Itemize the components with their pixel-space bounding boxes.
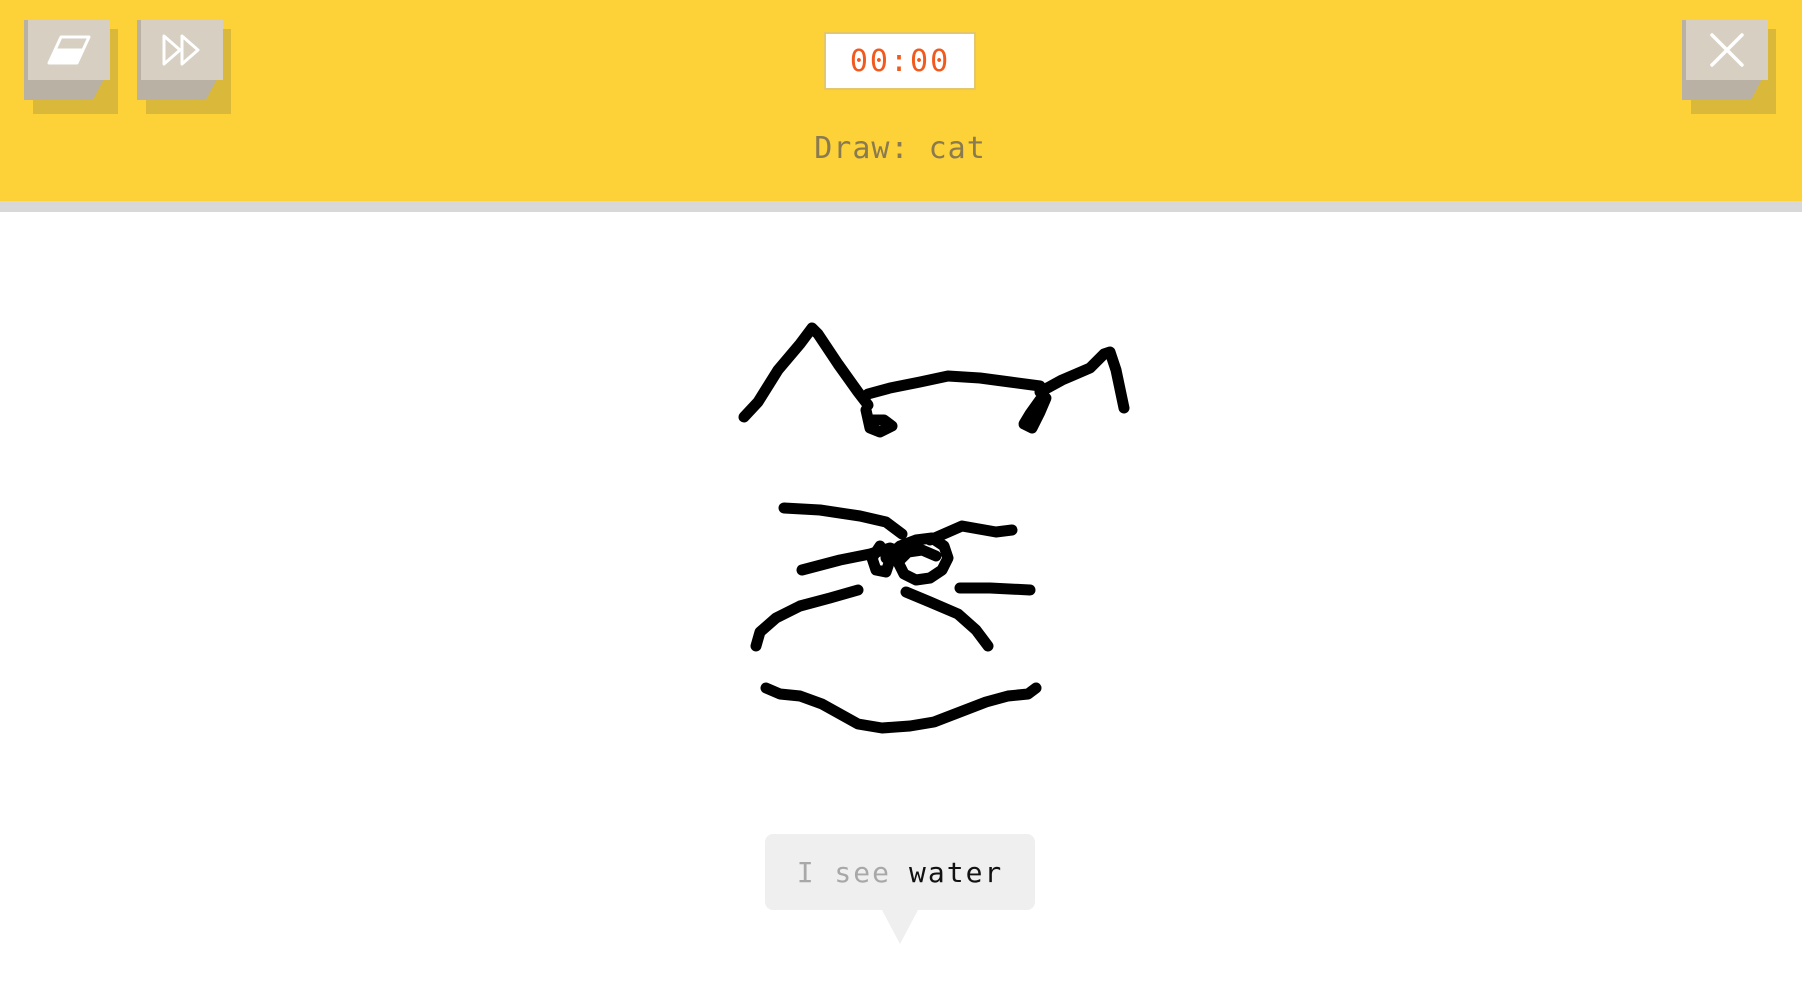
stroke-whisker-lower-left: [750, 584, 864, 652]
guess-bubble-tail: [882, 910, 918, 944]
stroke-left-eye: [860, 404, 898, 438]
stroke-whisker-lower-right: [900, 586, 994, 652]
draw-prompt: Draw: cat: [814, 131, 986, 166]
stroke-left-ear: [738, 322, 874, 423]
stroke-whisker-top-right: [924, 520, 1018, 546]
eraser-button[interactable]: [24, 20, 118, 114]
close-button[interactable]: [1682, 20, 1776, 114]
timer-display: 00:00: [824, 32, 976, 90]
top-bar: 00:00 Draw: cat: [0, 0, 1802, 201]
eraser-icon: [28, 20, 110, 80]
guess-prefix: I see: [796, 855, 891, 889]
skip-button[interactable]: [137, 20, 231, 114]
guess-bubble: I see water: [765, 834, 1035, 910]
guess-word: water: [909, 855, 1004, 889]
stroke-mouth: [760, 682, 1042, 734]
stroke-whisker-mid-right: [954, 582, 1036, 596]
stroke-head-top: [862, 370, 1046, 400]
stroke-right-ear: [1034, 346, 1130, 414]
fast-forward-icon: [141, 20, 223, 80]
stroke-right-eye: [1018, 392, 1052, 434]
close-icon: [1686, 20, 1768, 80]
stroke-whisker-top-left: [778, 502, 908, 540]
top-bar-divider: [0, 201, 1802, 212]
